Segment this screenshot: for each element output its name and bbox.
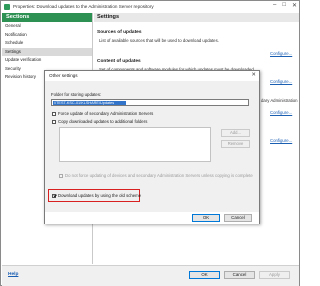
minimize-icon[interactable]: – bbox=[273, 2, 276, 9]
folder-path-input[interactable]: \\TEST-KSC-01\KLSHARE\Updates bbox=[51, 99, 249, 106]
dialog-button-bar: OK Cancel bbox=[45, 213, 259, 224]
sidebar-item-notification[interactable]: Notification bbox=[2, 31, 92, 40]
sidebar-item-update-verification[interactable]: Update verification bbox=[2, 56, 92, 65]
configure-other-link[interactable]: Configure... bbox=[270, 138, 292, 143]
copy-updates-label: Copy downloaded updates to additional fo… bbox=[58, 119, 148, 124]
other-settings-dialog: Other settings ✕ Folder for storing upda… bbox=[44, 70, 260, 224]
no-force-label: Do not force updating of devices and sec… bbox=[65, 173, 253, 178]
maximize-icon[interactable]: □ bbox=[282, 2, 286, 9]
force-update-checkbox-row[interactable]: Force update of secondary Administration… bbox=[52, 111, 153, 116]
sidebar-item-schedule[interactable]: Schedule bbox=[2, 39, 92, 48]
dialog-ok-button[interactable]: OK bbox=[192, 214, 220, 222]
old-scheme-checkbox-row[interactable]: Download updates by using the old scheme bbox=[52, 193, 141, 198]
footer-bar: Help OK Cancel Apply bbox=[2, 265, 299, 286]
apply-button[interactable]: Apply bbox=[259, 271, 290, 279]
panel-header: Settings bbox=[94, 13, 299, 22]
secondary-servers-text: dary Administration bbox=[261, 98, 298, 103]
force-update-checkbox[interactable] bbox=[52, 111, 56, 116]
configure-content-link[interactable]: Configure... bbox=[270, 79, 292, 84]
sources-title: Sources of updates bbox=[97, 30, 142, 35]
dialog-title: Other settings bbox=[49, 73, 78, 78]
sidebar-item-general[interactable]: General bbox=[2, 22, 92, 31]
dialog-close-icon[interactable]: ✕ bbox=[251, 71, 256, 80]
sidebar-header: Sections bbox=[2, 13, 92, 22]
no-force-checkbox[interactable] bbox=[59, 173, 63, 178]
force-update-label: Force update of secondary Administration… bbox=[58, 111, 154, 116]
old-scheme-label: Download updates by using the old scheme bbox=[58, 193, 142, 198]
help-link[interactable]: Help bbox=[8, 272, 18, 277]
close-icon[interactable]: ✕ bbox=[292, 2, 297, 9]
sidebar-item-settings[interactable]: Settings bbox=[2, 47, 92, 56]
cancel-button[interactable]: Cancel bbox=[224, 271, 255, 279]
app-icon bbox=[4, 3, 10, 10]
copy-updates-checkbox[interactable] bbox=[52, 119, 56, 124]
add-folder-button[interactable]: Add... bbox=[221, 129, 250, 137]
title-bar: Properties: Download updates to the Admi… bbox=[1, 1, 299, 12]
ok-button[interactable]: OK bbox=[189, 271, 220, 279]
dialog-title-bar: Other settings ✕ bbox=[45, 71, 259, 80]
dialog-cancel-button[interactable]: Cancel bbox=[224, 214, 252, 222]
dialog-body: Folder for storing updates: \\TEST-KSC-0… bbox=[45, 81, 259, 212]
folder-label: Folder for storing updates: bbox=[51, 92, 102, 97]
no-force-checkbox-row[interactable]: Do not force updating of devices and sec… bbox=[59, 173, 253, 178]
window-title: Properties: Download updates to the Admi… bbox=[13, 4, 154, 9]
additional-folders-list[interactable] bbox=[59, 127, 211, 162]
configure-sources-link[interactable]: Configure... bbox=[270, 51, 292, 56]
configure-secondary-link[interactable]: Configure... bbox=[270, 110, 292, 115]
sources-description: List of available sources that will be u… bbox=[99, 38, 219, 43]
copy-updates-checkbox-row[interactable]: Copy downloaded updates to additional fo… bbox=[52, 119, 147, 124]
window-controls: – □ ✕ bbox=[273, 2, 297, 9]
content-title: Content of updates bbox=[97, 59, 141, 64]
remove-folder-button[interactable]: Remove bbox=[221, 140, 250, 148]
old-scheme-checkbox[interactable] bbox=[52, 193, 56, 198]
folder-path-value: \\TEST-KSC-01\KLSHARE\Updates bbox=[53, 101, 126, 105]
